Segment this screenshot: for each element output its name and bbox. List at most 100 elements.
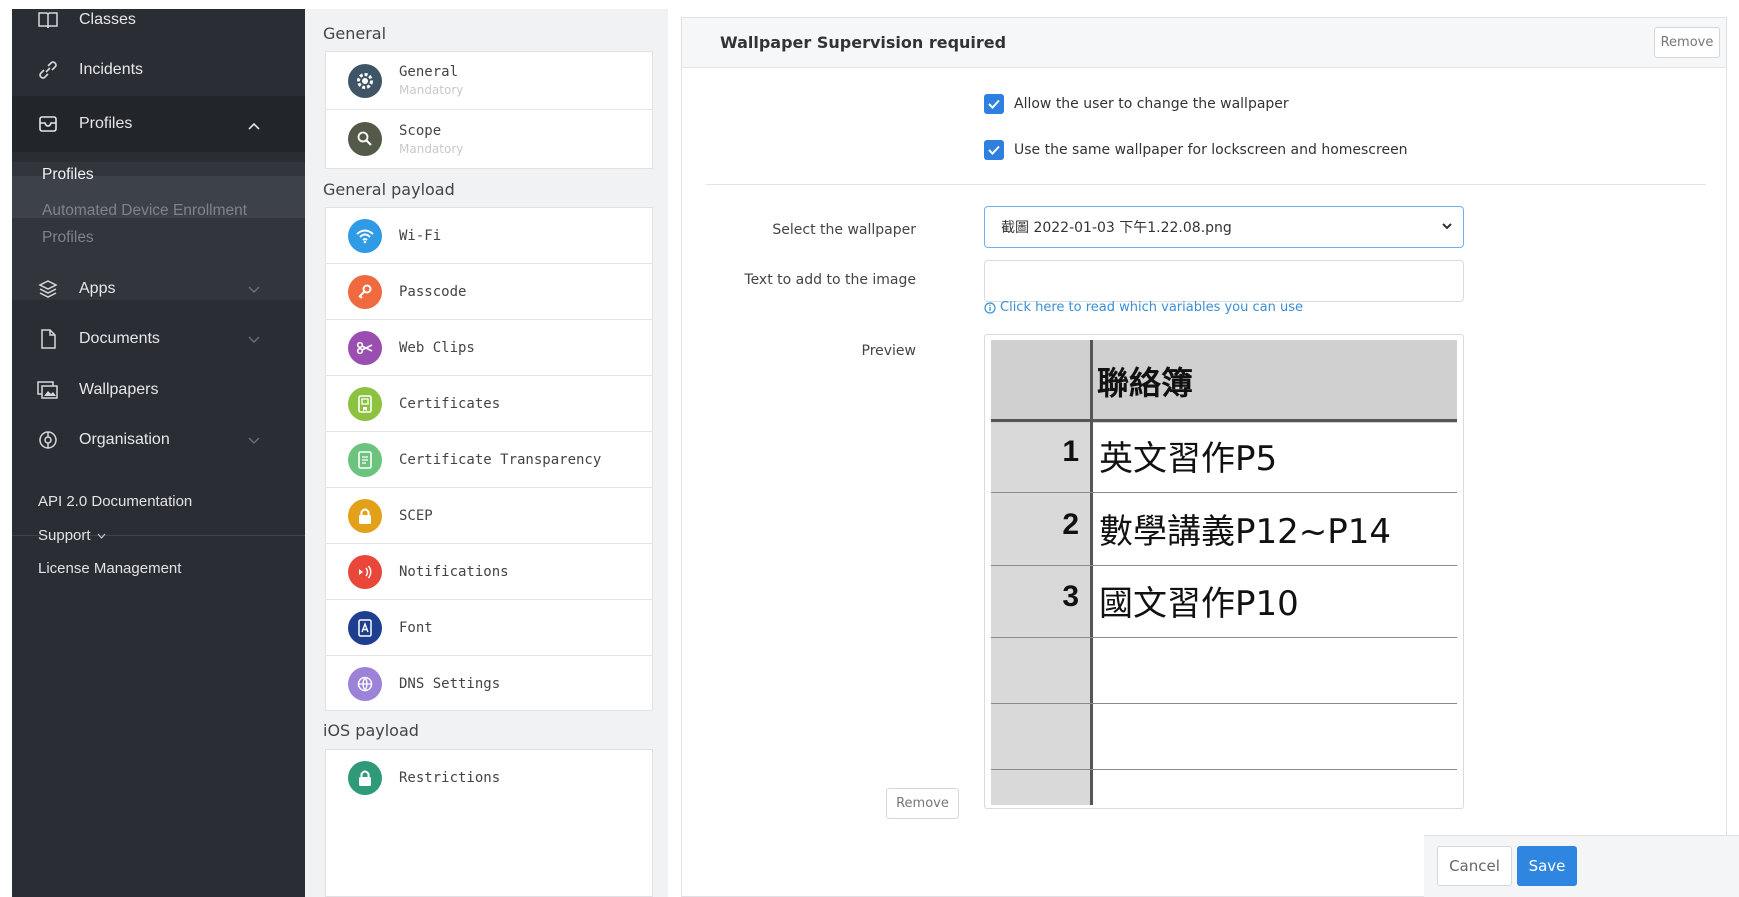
payload-label: Scope bbox=[399, 122, 442, 139]
preview-row-line bbox=[991, 703, 1457, 704]
preview-row-line bbox=[991, 769, 1457, 770]
submenu-item-ade-line1[interactable]: Automated Device Enrollment bbox=[42, 202, 247, 220]
certificate-transparency-icon bbox=[348, 442, 382, 477]
sidebar-link-license[interactable]: License Management bbox=[38, 560, 181, 577]
payload-label: SCEP bbox=[399, 507, 433, 524]
same-wallpaper-checkbox[interactable] bbox=[984, 140, 1004, 160]
preview-row-line bbox=[991, 419, 1457, 422]
payload-item-scep[interactable]: SCEP bbox=[326, 488, 652, 544]
variables-help-link[interactable]: Click here to read which variables you c… bbox=[984, 300, 1303, 315]
payload-label: Web Clips bbox=[399, 339, 475, 356]
preview-row-number: 1 bbox=[1062, 435, 1079, 468]
organisation-icon bbox=[37, 429, 59, 451]
wallpaper-payload-panel: Wallpaper Supervision required Remove Al… bbox=[681, 17, 1727, 897]
sidebar-item-organisation[interactable]: Organisation bbox=[12, 413, 305, 467]
preview-row-line bbox=[991, 565, 1457, 566]
sidebar-item-apps[interactable]: Apps bbox=[12, 262, 305, 316]
payload-item-dns-settings[interactable]: DNS Settings bbox=[326, 656, 652, 712]
payload-item-scope[interactable]: Scope Mandatory bbox=[326, 110, 652, 168]
remove-wallpaper-button[interactable]: Remove bbox=[886, 788, 959, 819]
notification-icon bbox=[348, 554, 382, 589]
preview-header-band bbox=[991, 340, 1457, 423]
font-icon bbox=[348, 610, 382, 645]
select-wallpaper-label: Select the wallpaper bbox=[772, 222, 916, 238]
payload-label: Restrictions bbox=[399, 770, 501, 786]
chevron-down-icon bbox=[248, 331, 260, 349]
sidebar-item-wallpapers[interactable]: Wallpapers bbox=[12, 363, 305, 417]
payload-item-wifi[interactable]: Wi-Fi bbox=[326, 208, 652, 264]
remove-payload-button[interactable]: Remove bbox=[1654, 27, 1720, 58]
submenu-item-ade-line2[interactable]: Profiles bbox=[42, 229, 94, 247]
payload-label: Font bbox=[399, 619, 433, 636]
sidebar-item-label: Incidents bbox=[79, 61, 144, 78]
payload-list: General General Mandatory Scope Mandator… bbox=[305, 9, 668, 897]
scissors-icon bbox=[348, 330, 382, 365]
payload-item-general[interactable]: General Mandatory bbox=[326, 52, 652, 110]
image-icon bbox=[37, 379, 59, 401]
preview-image: 聯絡簿 1 英文習作P5 2 數學講義P12~P14 3 國文習作P10 bbox=[991, 340, 1457, 805]
sidebar-link-support[interactable]: Support bbox=[38, 527, 106, 544]
support-label: Support bbox=[38, 527, 91, 544]
sidebar-item-label: Profiles bbox=[79, 115, 133, 132]
section-title-general: General bbox=[323, 24, 387, 43]
wallpaper-select[interactable]: 截圖 2022-01-03 下午1.22.08.png bbox=[984, 206, 1464, 248]
certificate-icon bbox=[348, 386, 382, 421]
sidebar-item-label: Classes bbox=[79, 11, 136, 28]
payload-label: Notifications bbox=[399, 563, 509, 580]
payload-sublabel: Mandatory bbox=[399, 141, 464, 156]
sidebar-item-incidents[interactable]: Incidents bbox=[12, 43, 305, 97]
sidebar: Classes Incidents Profiles Profiles Auto… bbox=[12, 9, 305, 897]
sidebar-item-label: Organisation bbox=[79, 431, 170, 448]
chevron-down-icon bbox=[97, 533, 106, 539]
sidebar-item-label: Wallpapers bbox=[79, 381, 159, 398]
sidebar-item-profiles[interactable]: Profiles bbox=[12, 96, 305, 152]
preview-row-text: 數學講義P12~P14 bbox=[1099, 512, 1392, 552]
document-icon bbox=[37, 328, 59, 350]
payload-item-webclips[interactable]: Web Clips bbox=[326, 320, 652, 376]
variables-help-text: Click here to read which variables you c… bbox=[1000, 300, 1303, 315]
preview-row-text: 英文習作P5 bbox=[1099, 439, 1278, 479]
payload-item-passcode[interactable]: Passcode bbox=[326, 264, 652, 320]
cancel-button[interactable]: Cancel bbox=[1437, 846, 1512, 886]
payload-item-notifications[interactable]: Notifications bbox=[326, 544, 652, 600]
sidebar-item-label: Documents bbox=[79, 330, 160, 347]
text-to-add-label: Text to add to the image bbox=[744, 272, 916, 288]
wallpaper-select-value: 截圖 2022-01-03 下午1.22.08.png bbox=[1001, 220, 1232, 236]
payload-label: General bbox=[399, 64, 459, 80]
sidebar-item-classes[interactable]: Classes bbox=[12, 0, 305, 47]
preview-row-number: 2 bbox=[1062, 508, 1079, 541]
chevron-down-icon bbox=[248, 281, 260, 299]
sidebar-link-api-docs[interactable]: API 2.0 Documentation bbox=[38, 493, 192, 510]
payload-card-general: General Mandatory Scope Mandatory bbox=[325, 51, 653, 169]
section-title-general-payload: General payload bbox=[323, 180, 455, 199]
preview-row-line bbox=[991, 637, 1457, 638]
sidebar-item-label: Apps bbox=[79, 280, 116, 297]
payload-label: Certificates bbox=[399, 395, 501, 412]
allow-change-wallpaper-checkbox[interactable] bbox=[984, 94, 1004, 114]
payload-item-certificate-transparency[interactable]: Certificate Transparency bbox=[326, 432, 652, 488]
preview-row-line bbox=[991, 492, 1457, 493]
text-to-add-input[interactable] bbox=[984, 260, 1464, 302]
key-icon bbox=[348, 274, 382, 309]
payload-item-font[interactable]: Font bbox=[326, 600, 652, 656]
form-divider bbox=[706, 184, 1706, 185]
section-title-ios-payload: iOS payload bbox=[323, 721, 419, 740]
panel-header: Wallpaper Supervision required Remove bbox=[682, 18, 1726, 68]
globe-icon bbox=[348, 667, 382, 701]
payload-item-restrictions[interactable]: Restrictions bbox=[326, 750, 652, 806]
chevron-down-icon bbox=[248, 432, 260, 450]
submenu-item-profiles[interactable]: Profiles bbox=[42, 166, 94, 184]
layers-icon bbox=[37, 278, 59, 300]
sidebar-item-documents[interactable]: Documents bbox=[12, 312, 305, 366]
panel-title: Wallpaper Supervision required bbox=[720, 33, 1007, 52]
payload-label: Passcode bbox=[399, 283, 467, 300]
preview-row-text: 國文習作P10 bbox=[1099, 584, 1299, 624]
payload-label: Certificate Transparency bbox=[399, 451, 602, 468]
save-button[interactable]: Save bbox=[1517, 846, 1577, 886]
preview-header-text: 聯絡簿 bbox=[1097, 364, 1194, 402]
gear-icon bbox=[348, 63, 382, 98]
allow-change-wallpaper-row: Allow the user to change the wallpaper bbox=[984, 94, 1289, 114]
link-icon bbox=[37, 59, 59, 81]
payload-item-certificates[interactable]: Certificates bbox=[326, 376, 652, 432]
wifi-icon bbox=[348, 218, 382, 253]
